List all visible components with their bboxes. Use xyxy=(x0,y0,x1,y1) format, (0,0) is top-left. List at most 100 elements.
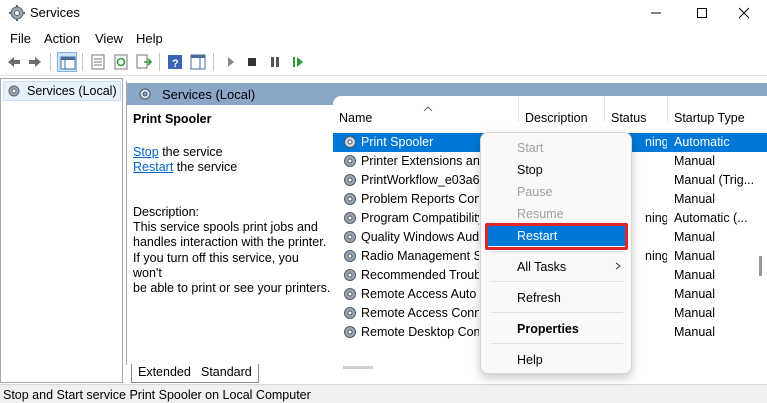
restart-link[interactable]: Restart xyxy=(133,160,173,174)
service-gear-icon xyxy=(344,231,356,243)
service-name: Radio Management Se xyxy=(361,249,479,263)
menu-help[interactable]: Help xyxy=(136,31,163,46)
maximize-button[interactable] xyxy=(679,0,725,26)
highlight-annotation-box xyxy=(485,223,628,250)
service-status: ning xyxy=(645,135,667,149)
description-text: This service spools print jobs and handl… xyxy=(133,220,331,296)
title-bar: Services xyxy=(0,0,767,26)
help-button[interactable]: ? xyxy=(165,52,185,72)
services-window: Services File Action View Help ? Service… xyxy=(0,0,767,403)
column-header-startup-type[interactable]: Startup Type xyxy=(668,96,767,125)
service-gear-icon xyxy=(344,250,356,262)
restart-link-row: Restart the service xyxy=(133,160,237,174)
context-menu-separator xyxy=(491,343,623,344)
context-menu-help[interactable]: Help xyxy=(485,350,627,370)
console-tree-icon xyxy=(60,56,76,70)
close-button[interactable] xyxy=(721,0,767,26)
context-menu-refresh[interactable]: Refresh xyxy=(485,288,627,308)
toolbar: ? xyxy=(0,49,767,76)
console-tree: Services (Local) xyxy=(0,78,123,383)
service-gear-icon xyxy=(344,307,356,319)
context-menu-all-tasks[interactable]: All Tasks xyxy=(485,257,627,277)
context-menu-label: Resume xyxy=(517,207,564,221)
column-header-status[interactable]: Status xyxy=(605,96,668,125)
minimize-icon xyxy=(651,12,661,14)
context-menu-label: Refresh xyxy=(517,291,561,305)
properties-button[interactable] xyxy=(88,52,108,72)
context-menu-separator xyxy=(491,281,623,282)
back-button[interactable] xyxy=(4,52,24,72)
toolbar-separator xyxy=(159,53,160,71)
service-startup-type: Manual xyxy=(674,154,715,168)
context-menu: Start Stop Pause Resume Restart All Task… xyxy=(480,132,632,374)
description-line: be able to print or see your printers. xyxy=(133,281,331,296)
service-name: Remote Access Conne xyxy=(361,306,479,320)
pause-service-icon xyxy=(271,57,279,67)
status-text: Stop and Start service Print Spooler on … xyxy=(3,388,311,402)
close-icon xyxy=(738,7,750,19)
description-line: If you turn off this service, you won't xyxy=(133,250,299,280)
pause-service-button[interactable] xyxy=(265,52,285,72)
resume-service-button[interactable] xyxy=(288,52,308,72)
export-list-button[interactable] xyxy=(134,52,154,72)
column-header-description[interactable]: Description xyxy=(519,96,605,125)
start-service-button[interactable] xyxy=(220,52,240,72)
start-service-icon xyxy=(228,57,234,67)
context-menu-pause[interactable]: Pause xyxy=(485,182,627,202)
status-bar: Stop and Start service Print Spooler on … xyxy=(0,384,767,403)
stop-service-icon xyxy=(248,58,256,66)
minimize-button[interactable] xyxy=(633,0,679,26)
service-startup-type: Manual (Trig... xyxy=(674,173,754,187)
stop-link[interactable]: Stop xyxy=(133,145,159,159)
service-startup-type: Manual xyxy=(674,192,715,206)
service-status: ning xyxy=(645,249,667,263)
description-line: This service spools print jobs and xyxy=(133,220,318,234)
vertical-scrollbar[interactable] xyxy=(759,256,762,276)
service-startup-type: Manual xyxy=(674,249,715,263)
console-tree-button[interactable] xyxy=(57,52,77,72)
service-name: Remote Access Auto C xyxy=(361,287,479,301)
tab-standard[interactable]: Standard xyxy=(196,364,259,383)
refresh-button[interactable] xyxy=(111,52,131,72)
service-gear-icon xyxy=(344,288,356,300)
service-startup-type: Automatic (... xyxy=(674,211,748,225)
menu-view[interactable]: View xyxy=(95,31,123,46)
service-startup-type: Manual xyxy=(674,287,715,301)
context-menu-label: Pause xyxy=(517,185,553,199)
service-startup-type: Manual xyxy=(674,230,715,244)
stop-service-button[interactable] xyxy=(242,52,262,72)
column-header-label: Startup Type xyxy=(674,111,745,125)
context-menu-label: Help xyxy=(517,353,543,367)
tree-item-services-local[interactable]: Services (Local) xyxy=(3,81,121,101)
context-menu-resume[interactable]: Resume xyxy=(485,204,627,224)
service-gear-icon xyxy=(344,269,356,281)
export-list-icon xyxy=(136,54,152,69)
context-menu-label: Start xyxy=(517,141,544,155)
toolbar-separator xyxy=(213,53,214,71)
service-status: ning xyxy=(645,211,667,225)
tab-extended[interactable]: Extended xyxy=(131,364,197,383)
menu-action[interactable]: Action xyxy=(44,31,80,46)
show-hide-button[interactable] xyxy=(188,52,208,72)
service-startup-type: Manual xyxy=(674,306,715,320)
service-gear-icon xyxy=(344,136,356,148)
forward-arrow-icon xyxy=(29,57,41,67)
resume-service-icon xyxy=(293,57,303,67)
service-name: Printer Extensions and xyxy=(361,154,479,168)
forward-button[interactable] xyxy=(25,52,45,72)
description-label: Description: xyxy=(133,205,199,219)
context-menu-properties[interactable]: Properties xyxy=(485,319,627,339)
menu-bar: File Action View Help xyxy=(0,28,767,48)
window-title: Services xyxy=(30,5,80,20)
context-menu-separator xyxy=(491,251,623,252)
context-menu-start[interactable]: Start xyxy=(485,138,627,158)
service-name: Quality Windows Audi xyxy=(361,230,479,244)
help-icon: ? xyxy=(168,55,182,70)
stop-link-row: Stop the service xyxy=(133,145,223,159)
pane-header-title: Services (Local) xyxy=(162,87,256,102)
services-gear-icon xyxy=(139,88,151,100)
menu-file[interactable]: File xyxy=(10,31,31,46)
context-menu-stop[interactable]: Stop xyxy=(485,160,627,180)
column-header-label: Description xyxy=(525,111,588,125)
service-name: Program Compatibility xyxy=(361,211,479,225)
